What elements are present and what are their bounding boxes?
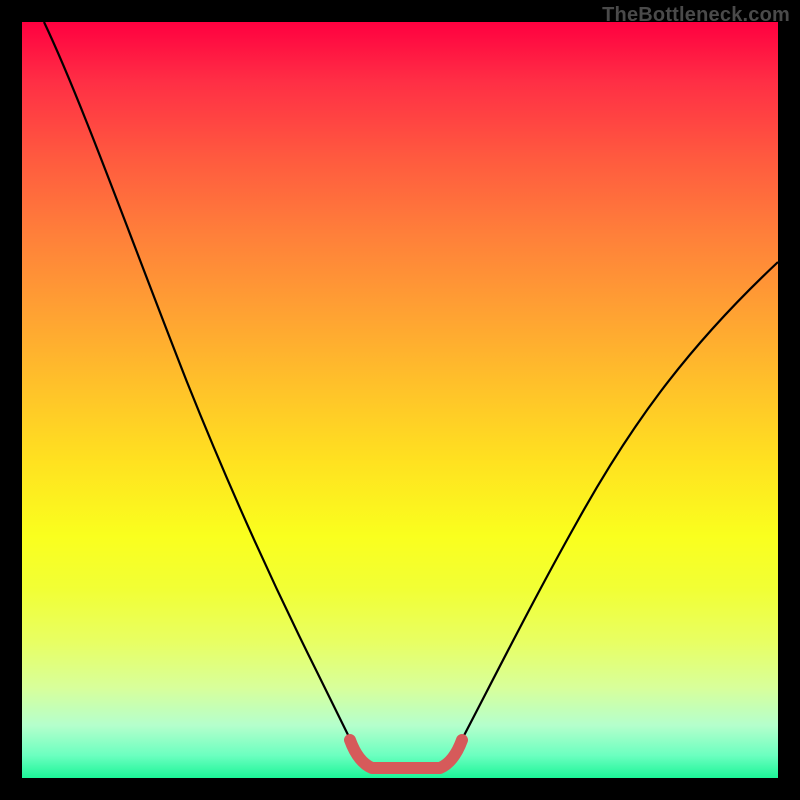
watermark-text: TheBottleneck.com: [602, 4, 790, 27]
trough-flat: [350, 740, 462, 768]
plot-area: [22, 22, 778, 778]
chart-frame: TheBottleneck.com: [0, 0, 800, 800]
chart-overlay: [22, 22, 778, 778]
curve-right: [458, 262, 778, 747]
curve-left: [44, 22, 354, 747]
